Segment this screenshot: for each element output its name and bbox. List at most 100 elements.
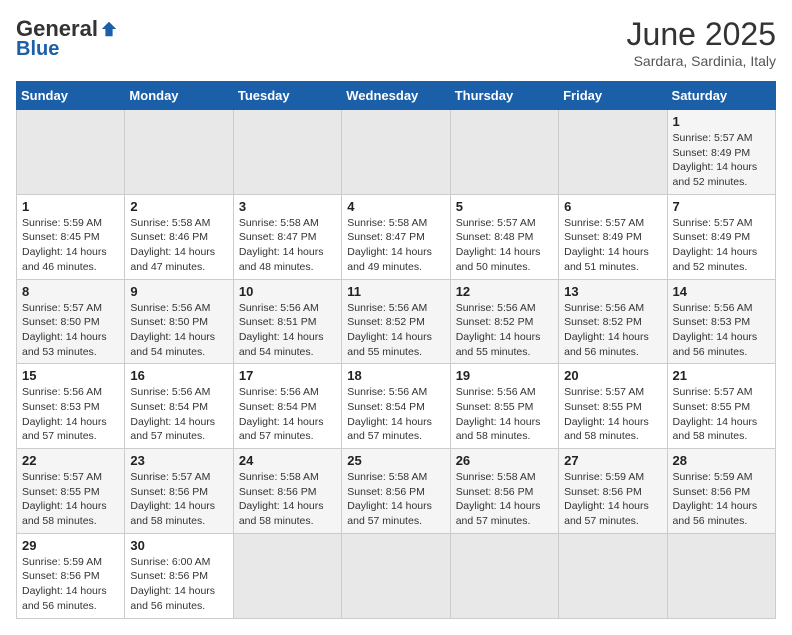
- calendar-cell: 26 Sunrise: 5:58 AMSunset: 8:56 PMDayligh…: [450, 449, 558, 534]
- title-block: June 2025 Sardara, Sardinia, Italy: [627, 16, 776, 69]
- calendar-cell: 27 Sunrise: 5:59 AMSunset: 8:56 PMDayligh…: [559, 449, 667, 534]
- day-number: 16: [130, 368, 227, 383]
- cell-info: Sunrise: 6:00 AMSunset: 8:56 PMDaylight:…: [130, 555, 227, 614]
- calendar-cell: [450, 533, 558, 618]
- calendar-week-row: 1Sunrise: 5:59 AMSunset: 8:45 PMDaylight…: [17, 194, 776, 279]
- day-number: 21: [673, 368, 770, 383]
- calendar-cell: [559, 110, 667, 195]
- calendar-week-row: 1 Sunrise: 5:57 AMSunset: 8:49 PMDaylight…: [17, 110, 776, 195]
- calendar-cell: 29Sunrise: 5:59 AMSunset: 8:56 PMDayligh…: [17, 533, 125, 618]
- day-number: 4: [347, 199, 444, 214]
- day-number: 11: [347, 284, 444, 299]
- day-number: 29: [22, 538, 119, 553]
- cell-info: Sunrise: 5:56 AMSunset: 8:52 PMDaylight:…: [564, 301, 661, 360]
- cell-info: Sunrise: 5:59 AMSunset: 8:45 PMDaylight:…: [22, 216, 119, 275]
- calendar-cell: 10 Sunrise: 5:56 AMSunset: 8:51 PMDayligh…: [233, 279, 341, 364]
- cell-info: Sunrise: 5:58 AMSunset: 8:56 PMDaylight:…: [347, 470, 444, 529]
- cell-info: Sunrise: 5:56 AMSunset: 8:53 PMDaylight:…: [22, 385, 119, 444]
- day-number: 2: [130, 199, 227, 214]
- day-header-saturday: Saturday: [667, 82, 775, 110]
- cell-info: Sunrise: 5:57 AMSunset: 8:55 PMDaylight:…: [564, 385, 661, 444]
- cell-info: Sunrise: 5:57 AMSunset: 8:55 PMDaylight:…: [673, 385, 770, 444]
- cell-info: Sunrise: 5:57 AMSunset: 8:55 PMDaylight:…: [22, 470, 119, 529]
- cell-info: Sunrise: 5:56 AMSunset: 8:52 PMDaylight:…: [456, 301, 553, 360]
- day-number: 26: [456, 453, 553, 468]
- day-number: 1: [673, 114, 770, 129]
- calendar-cell: [450, 110, 558, 195]
- cell-info: Sunrise: 5:57 AMSunset: 8:49 PMDaylight:…: [564, 216, 661, 275]
- calendar-cell: 16 Sunrise: 5:56 AMSunset: 8:54 PMDayligh…: [125, 364, 233, 449]
- calendar-cell: 24Sunrise: 5:58 AMSunset: 8:56 PMDayligh…: [233, 449, 341, 534]
- calendar-cell: 6 Sunrise: 5:57 AMSunset: 8:49 PMDaylight…: [559, 194, 667, 279]
- calendar-cell: 14Sunrise: 5:56 AMSunset: 8:53 PMDayligh…: [667, 279, 775, 364]
- calendar-cell: [342, 110, 450, 195]
- calendar-cell: 1Sunrise: 5:59 AMSunset: 8:45 PMDaylight…: [17, 194, 125, 279]
- calendar-cell: 21 Sunrise: 5:57 AMSunset: 8:55 PMDayligh…: [667, 364, 775, 449]
- cell-info: Sunrise: 5:58 AMSunset: 8:56 PMDaylight:…: [456, 470, 553, 529]
- day-number: 23: [130, 453, 227, 468]
- day-number: 9: [130, 284, 227, 299]
- calendar-cell: 28Sunrise: 5:59 AMSunset: 8:56 PMDayligh…: [667, 449, 775, 534]
- day-number: 20: [564, 368, 661, 383]
- day-number: 24: [239, 453, 336, 468]
- calendar-cell: 30 Sunrise: 6:00 AMSunset: 8:56 PMDayligh…: [125, 533, 233, 618]
- page-header: General Blue June 2025 Sardara, Sardinia…: [16, 16, 776, 69]
- cell-info: Sunrise: 5:57 AMSunset: 8:48 PMDaylight:…: [456, 216, 553, 275]
- cell-info: Sunrise: 5:58 AMSunset: 8:46 PMDaylight:…: [130, 216, 227, 275]
- calendar-cell: 2 Sunrise: 5:58 AMSunset: 8:46 PMDaylight…: [125, 194, 233, 279]
- day-number: 7: [673, 199, 770, 214]
- cell-info: Sunrise: 5:56 AMSunset: 8:54 PMDaylight:…: [239, 385, 336, 444]
- calendar-week-row: 22 Sunrise: 5:57 AMSunset: 8:55 PMDayligh…: [17, 449, 776, 534]
- day-number: 17: [239, 368, 336, 383]
- calendar-body: 1 Sunrise: 5:57 AMSunset: 8:49 PMDaylight…: [17, 110, 776, 619]
- calendar-cell: 8 Sunrise: 5:57 AMSunset: 8:50 PMDaylight…: [17, 279, 125, 364]
- day-number: 6: [564, 199, 661, 214]
- day-number: 27: [564, 453, 661, 468]
- cell-info: Sunrise: 5:56 AMSunset: 8:52 PMDaylight:…: [347, 301, 444, 360]
- cell-info: Sunrise: 5:59 AMSunset: 8:56 PMDaylight:…: [673, 470, 770, 529]
- day-header-sunday: Sunday: [17, 82, 125, 110]
- calendar-week-row: 29Sunrise: 5:59 AMSunset: 8:56 PMDayligh…: [17, 533, 776, 618]
- day-number: 13: [564, 284, 661, 299]
- cell-info: Sunrise: 5:59 AMSunset: 8:56 PMDaylight:…: [564, 470, 661, 529]
- cell-info: Sunrise: 5:57 AMSunset: 8:56 PMDaylight:…: [130, 470, 227, 529]
- cell-info: Sunrise: 5:56 AMSunset: 8:54 PMDaylight:…: [347, 385, 444, 444]
- day-number: 18: [347, 368, 444, 383]
- day-number: 8: [22, 284, 119, 299]
- day-header-tuesday: Tuesday: [233, 82, 341, 110]
- calendar-cell: 5 Sunrise: 5:57 AMSunset: 8:48 PMDaylight…: [450, 194, 558, 279]
- logo: General Blue: [16, 16, 118, 61]
- calendar-cell: 9Sunrise: 5:56 AMSunset: 8:50 PMDaylight…: [125, 279, 233, 364]
- calendar-cell: 25 Sunrise: 5:58 AMSunset: 8:56 PMDayligh…: [342, 449, 450, 534]
- cell-info: Sunrise: 5:57 AMSunset: 8:50 PMDaylight:…: [22, 301, 119, 360]
- day-number: 22: [22, 453, 119, 468]
- calendar-cell: [125, 110, 233, 195]
- cell-info: Sunrise: 5:57 AMSunset: 8:49 PMDaylight:…: [673, 131, 770, 190]
- day-header-thursday: Thursday: [450, 82, 558, 110]
- calendar-cell: 13 Sunrise: 5:56 AMSunset: 8:52 PMDayligh…: [559, 279, 667, 364]
- day-number: 5: [456, 199, 553, 214]
- logo-blue-text: Blue: [16, 38, 59, 61]
- calendar-cell: [17, 110, 125, 195]
- calendar-cell: 19Sunrise: 5:56 AMSunset: 8:55 PMDayligh…: [450, 364, 558, 449]
- location: Sardara, Sardinia, Italy: [627, 53, 776, 69]
- calendar-cell: 11 Sunrise: 5:56 AMSunset: 8:52 PMDayligh…: [342, 279, 450, 364]
- cell-info: Sunrise: 5:56 AMSunset: 8:53 PMDaylight:…: [673, 301, 770, 360]
- calendar-cell: 4Sunrise: 5:58 AMSunset: 8:47 PMDaylight…: [342, 194, 450, 279]
- logo-icon: [100, 20, 118, 38]
- day-number: 3: [239, 199, 336, 214]
- cell-info: Sunrise: 5:57 AMSunset: 8:49 PMDaylight:…: [673, 216, 770, 275]
- calendar-week-row: 8 Sunrise: 5:57 AMSunset: 8:50 PMDaylight…: [17, 279, 776, 364]
- day-number: 30: [130, 538, 227, 553]
- calendar-cell: 7 Sunrise: 5:57 AMSunset: 8:49 PMDaylight…: [667, 194, 775, 279]
- day-number: 15: [22, 368, 119, 383]
- cell-info: Sunrise: 5:56 AMSunset: 8:55 PMDaylight:…: [456, 385, 553, 444]
- calendar-header-row: SundayMondayTuesdayWednesdayThursdayFrid…: [17, 82, 776, 110]
- calendar-cell: [342, 533, 450, 618]
- day-number: 10: [239, 284, 336, 299]
- cell-info: Sunrise: 5:56 AMSunset: 8:51 PMDaylight:…: [239, 301, 336, 360]
- calendar-cell: [559, 533, 667, 618]
- cell-info: Sunrise: 5:56 AMSunset: 8:54 PMDaylight:…: [130, 385, 227, 444]
- day-number: 25: [347, 453, 444, 468]
- calendar-cell: 20 Sunrise: 5:57 AMSunset: 8:55 PMDayligh…: [559, 364, 667, 449]
